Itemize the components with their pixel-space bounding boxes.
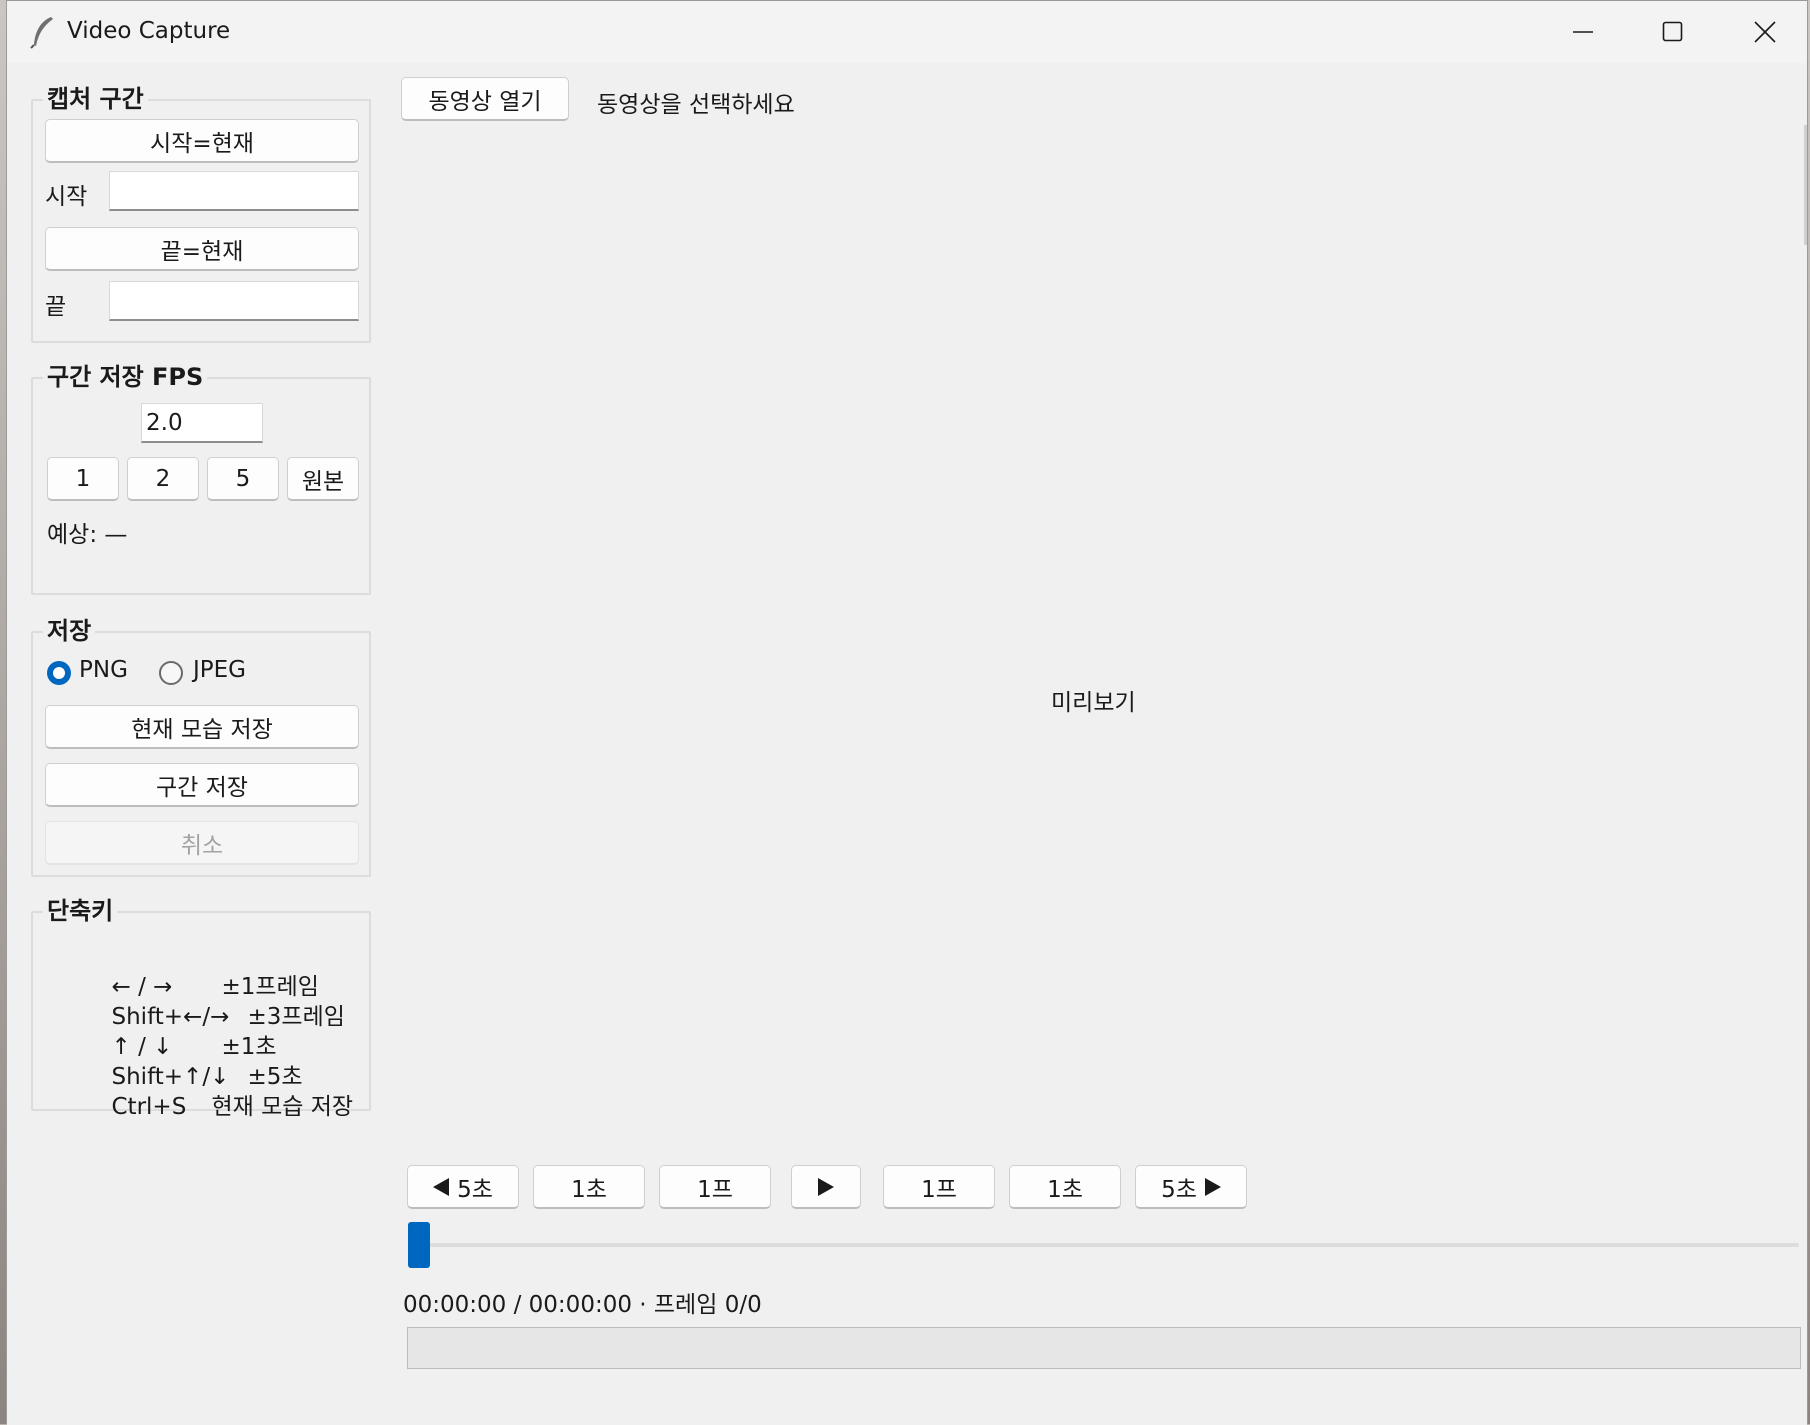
back-1f-button[interactable]: 1프 — [659, 1165, 771, 1209]
shortcut-action: 현재 모습 저장 — [211, 1094, 354, 1120]
save-range-button[interactable]: 구간 저장 — [45, 763, 359, 807]
minimize-icon — [1573, 31, 1593, 33]
status-label: 동영상을 선택하세요 — [597, 92, 795, 118]
forward-5s-button[interactable]: 5초 — [1135, 1165, 1247, 1209]
fps-field[interactable]: 2.0 — [141, 403, 263, 443]
shortcut-key: Ctrl+S — [111, 1094, 187, 1120]
shortcuts-title: 단축키 — [43, 891, 118, 926]
save-group: 저장 PNG JPEG 현재 모습 저장 구간 저장 취소 — [31, 611, 371, 877]
timeline-track[interactable] — [409, 1243, 1799, 1247]
window-title: Video Capture — [67, 18, 231, 44]
back-5s-label: 5초 — [457, 1176, 493, 1203]
fps-preset-5-button[interactable]: 5 — [207, 457, 279, 501]
app-window: Video Capture 캡처 구간 시작=현재 시작 끝=현재 끝 구간 저… — [6, 0, 1808, 1425]
timeline-thumb[interactable] — [408, 1222, 430, 1268]
preview-placeholder: 미리보기 — [1051, 690, 1136, 716]
fps-title: 구간 저장 FPS — [43, 357, 208, 392]
play-icon — [818, 1177, 834, 1196]
time-readout: 00:00:00 / 00:00:00 · 프레임 0/0 — [403, 1292, 762, 1318]
save-title: 저장 — [43, 611, 96, 646]
close-button[interactable] — [1719, 1, 1810, 63]
jpeg-radio[interactable] — [159, 661, 183, 685]
minimize-button[interactable] — [1537, 1, 1629, 63]
cancel-button[interactable]: 취소 — [45, 821, 359, 865]
forward-1s-button[interactable]: 1초 — [1009, 1165, 1121, 1209]
triangle-right-icon — [1204, 1177, 1221, 1196]
client-area: 캡처 구간 시작=현재 시작 끝=현재 끝 구간 저장 FPS 2.0 1 2 … — [7, 63, 1807, 1425]
play-button[interactable] — [791, 1165, 861, 1209]
shortcut-row: Ctrl+S 현재 모습 저장 — [53, 1061, 354, 1147]
png-radio[interactable] — [47, 661, 71, 685]
save-current-button[interactable]: 현재 모습 저장 — [45, 705, 359, 749]
estimate-label: 예상: — — [47, 522, 128, 548]
fps-group: 구간 저장 FPS 2.0 1 2 5 원본 예상: — — [31, 357, 371, 595]
set-start-button[interactable]: 시작=현재 — [45, 119, 359, 163]
forward-1f-button[interactable]: 1프 — [883, 1165, 995, 1209]
start-time-field[interactable] — [109, 171, 359, 211]
save-progress-bar — [407, 1327, 1801, 1369]
close-icon — [1754, 21, 1776, 43]
start-label: 시작 — [45, 184, 88, 210]
open-video-button[interactable]: 동영상 열기 — [401, 77, 569, 121]
back-5s-button[interactable]: 5초 — [407, 1165, 519, 1209]
set-end-button[interactable]: 끝=현재 — [45, 227, 359, 271]
fps-preset-1-button[interactable]: 1 — [47, 457, 119, 501]
shortcuts-group: 단축키 ← / → ±1프레임 Shift+←/→ ±3프레임 ↑ / ↓ ±1초 S… — [31, 891, 371, 1120]
end-label: 끝 — [45, 294, 67, 320]
feather-icon — [30, 17, 53, 49]
title-bar[interactable]: Video Capture — [7, 1, 1807, 63]
maximize-icon — [1662, 21, 1683, 42]
fps-preset-2-button[interactable]: 2 — [127, 457, 199, 501]
window-edge — [1804, 125, 1807, 245]
maximize-button[interactable] — [1627, 1, 1719, 63]
triangle-left-icon — [433, 1177, 450, 1196]
forward-5s-label: 5초 — [1161, 1176, 1197, 1203]
end-time-field[interactable] — [109, 281, 359, 321]
capture-range-title: 캡처 구간 — [43, 79, 148, 114]
png-radio-label[interactable]: PNG — [79, 657, 128, 683]
jpeg-radio-label[interactable]: JPEG — [193, 657, 246, 683]
back-1s-button[interactable]: 1초 — [533, 1165, 645, 1209]
fps-preset-original-button[interactable]: 원본 — [287, 457, 359, 501]
capture-range-group: 캡처 구간 시작=현재 시작 끝=현재 끝 — [31, 79, 371, 343]
preview-area: 미리보기 — [401, 133, 1801, 1213]
